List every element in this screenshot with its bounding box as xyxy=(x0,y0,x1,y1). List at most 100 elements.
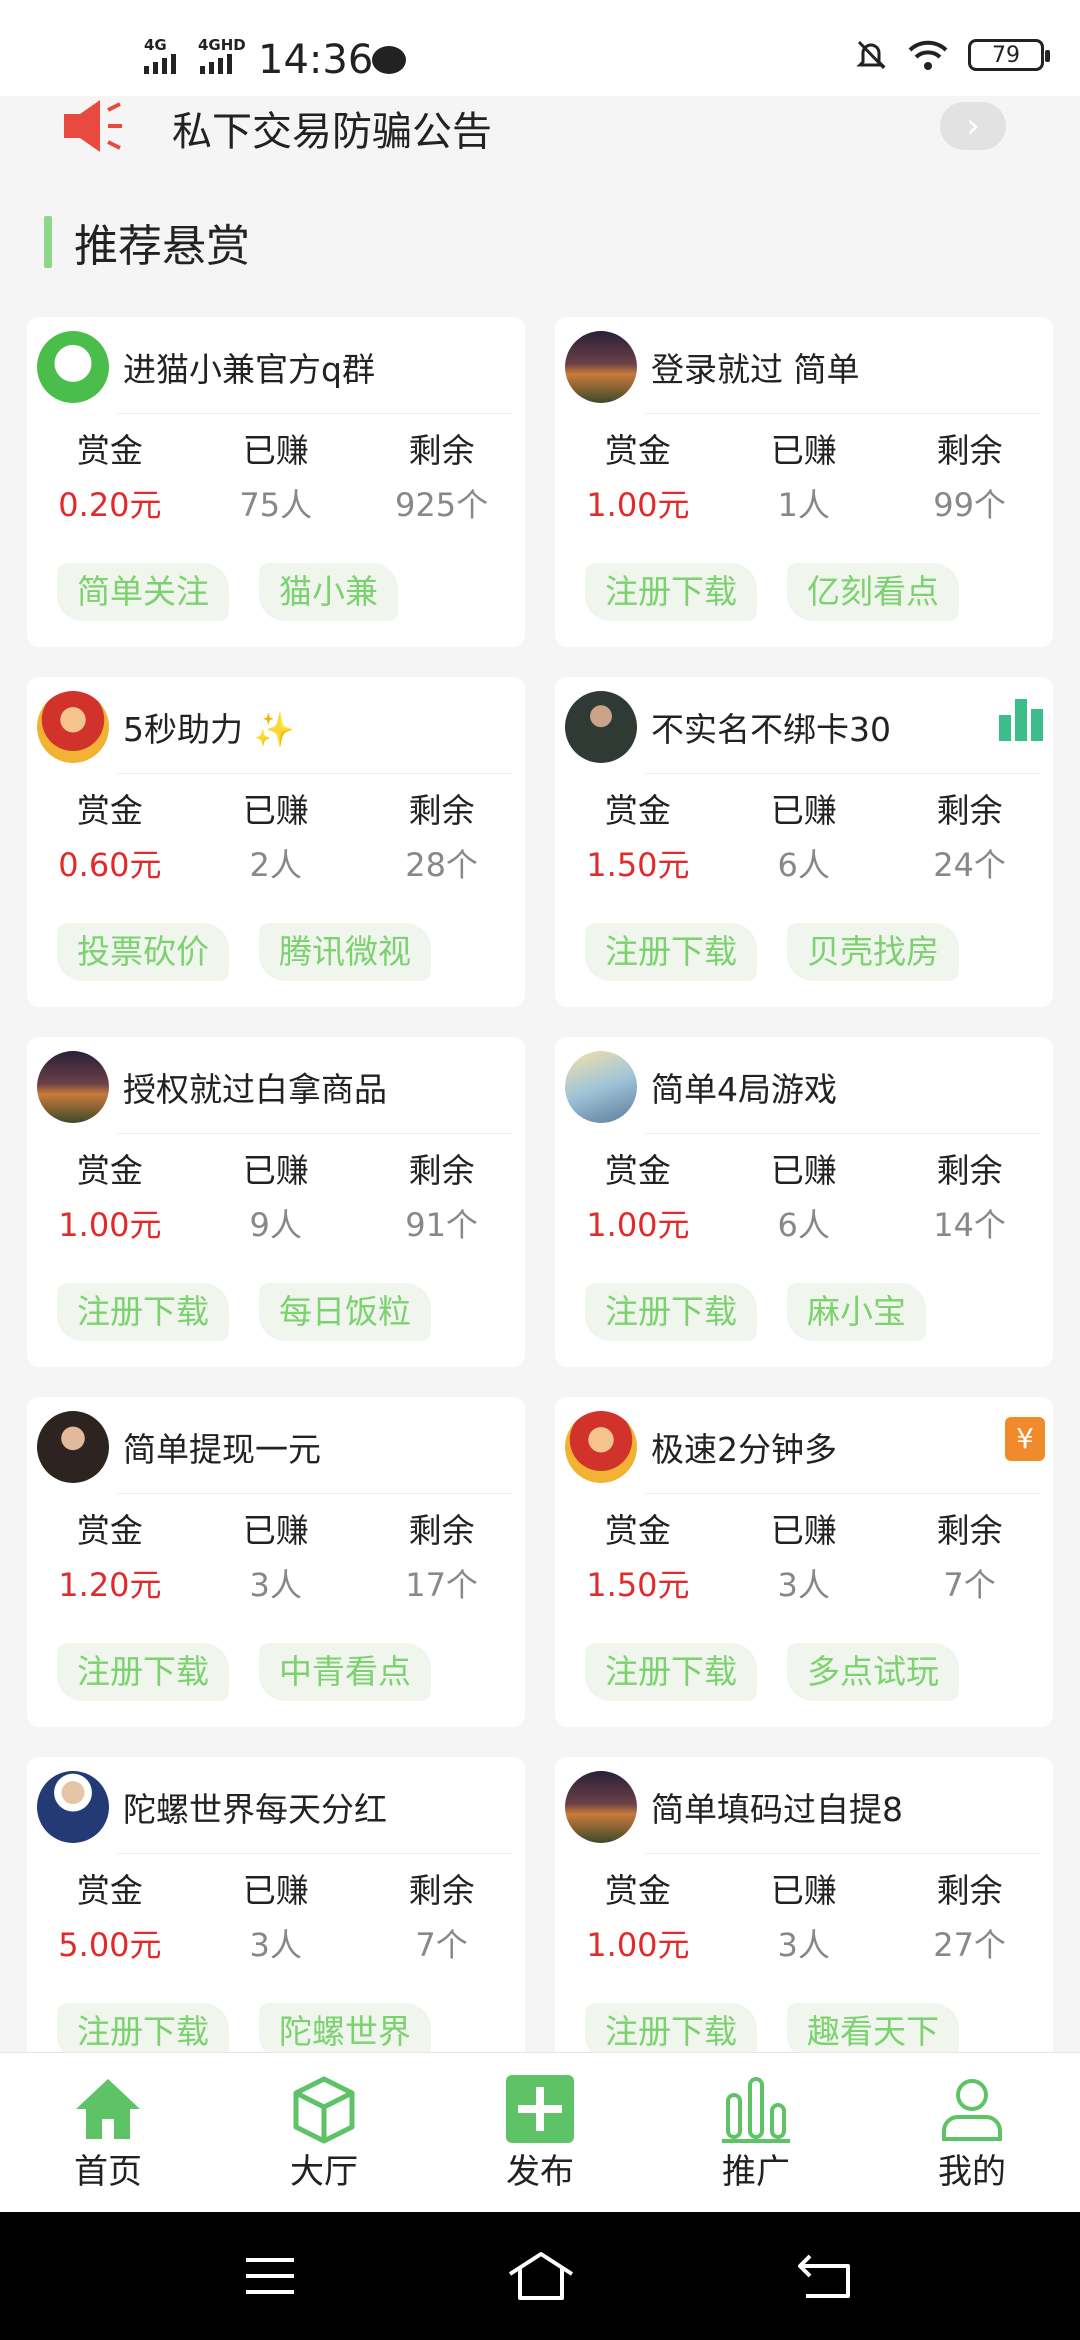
stat-label-earned: 已赚 xyxy=(770,1871,837,1910)
reward-card[interactable]: 进猫小兼官方q群 赏金 0.20元 已赚 75人 剩余 925个 简单关注 猫小… xyxy=(27,317,525,647)
home-icon xyxy=(76,2079,140,2139)
tag-app[interactable]: 腾讯微视 xyxy=(259,923,431,981)
stat-label-remaining: 剩余 xyxy=(408,1511,475,1550)
divider xyxy=(117,1133,511,1134)
stat-label-reward: 赏金 xyxy=(76,431,143,470)
stat-label-remaining: 剩余 xyxy=(408,791,475,830)
tag-category[interactable]: 注册下载 xyxy=(585,1643,757,1701)
stat-value-remaining: 91个 xyxy=(405,1206,478,1244)
home-button-icon[interactable] xyxy=(506,2250,576,2302)
reward-card[interactable]: 极速2分钟多 赏金 1.50元 已赚 3人 剩余 7个 注册下载 多点试玩 ¥ xyxy=(555,1397,1053,1727)
back-icon[interactable] xyxy=(796,2252,852,2300)
stat-reward: 赏金 1.50元 xyxy=(555,789,721,887)
tag-app[interactable]: 麻小宝 xyxy=(787,1283,926,1341)
battery-indicator: 79 xyxy=(968,39,1050,71)
card-stats: 赏金 1.00元 已赚 1人 剩余 99个 xyxy=(555,429,1053,527)
stat-remaining: 剩余 7个 xyxy=(359,1869,525,1967)
card-header: 简单提现一元 xyxy=(37,1409,511,1485)
stat-value-earned: 3人 xyxy=(249,1926,302,1964)
reward-card[interactable]: 简单4局游戏 赏金 1.00元 已赚 6人 剩余 14个 注册下载 麻小宝 xyxy=(555,1037,1053,1367)
bar-chart-icon xyxy=(997,697,1045,745)
stat-label-reward: 赏金 xyxy=(604,431,671,470)
divider xyxy=(117,773,511,774)
scam-notice-bar[interactable]: 私下交易防骗公告 › xyxy=(0,96,1080,226)
card-header: 5秒助力 ✨ xyxy=(37,689,511,765)
stat-label-remaining: 剩余 xyxy=(408,1871,475,1910)
stat-reward: 赏金 1.00元 xyxy=(555,1869,721,1967)
nav-label-home: 首页 xyxy=(74,2152,142,2192)
tag-app[interactable]: 贝壳找房 xyxy=(787,923,959,981)
tag-category[interactable]: 注册下载 xyxy=(585,563,757,621)
reward-card[interactable]: 简单填码过自提8 赏金 1.00元 已赚 3人 剩余 27个 注册下载 趣看天下 xyxy=(555,1757,1053,2087)
divider xyxy=(645,1133,1039,1134)
battery-level: 79 xyxy=(992,42,1020,68)
nav-label-hall: 大厅 xyxy=(290,2152,358,2192)
stat-remaining: 剩余 91个 xyxy=(359,1149,525,1247)
nav-publish[interactable]: 发布 xyxy=(432,2053,648,2213)
anime-avatar xyxy=(565,1051,637,1123)
landscape-avatar xyxy=(37,1051,109,1123)
nav-hall[interactable]: 大厅 xyxy=(216,2053,432,2213)
stat-earned: 已赚 6人 xyxy=(721,789,887,887)
stat-label-reward: 赏金 xyxy=(76,791,143,830)
stat-value-remaining: 99个 xyxy=(933,486,1006,524)
man-suit-avatar xyxy=(37,1771,109,1843)
notice-arrow-button[interactable]: › xyxy=(940,102,1006,150)
stat-value-earned: 3人 xyxy=(777,1926,830,1964)
reward-card[interactable]: 陀螺世界每天分红 赏金 5.00元 已赚 3人 剩余 7个 注册下载 陀螺世界 xyxy=(27,1757,525,2087)
card-stats: 赏金 1.00元 已赚 6人 剩余 14个 xyxy=(555,1149,1053,1247)
stat-earned: 已赚 3人 xyxy=(721,1869,887,1967)
stat-value-earned: 75人 xyxy=(239,486,313,524)
yuan-icon: ¥ xyxy=(1005,1417,1045,1461)
reward-card[interactable]: 登录就过 简单 赏金 1.00元 已赚 1人 剩余 99个 注册下载 亿刻看点 xyxy=(555,317,1053,647)
tag-category[interactable]: 注册下载 xyxy=(585,923,757,981)
stat-label-remaining: 剩余 xyxy=(936,1871,1003,1910)
wifi-icon xyxy=(908,40,948,70)
stat-value-remaining: 24个 xyxy=(933,846,1006,884)
card-tags: 注册下载 多点试玩 xyxy=(585,1643,959,1701)
tag-category[interactable]: 投票砍价 xyxy=(57,923,229,981)
stat-value-reward: 0.60元 xyxy=(58,846,162,884)
nav-mine[interactable]: 我的 xyxy=(864,2053,1080,2213)
stat-value-reward: 1.00元 xyxy=(58,1206,162,1244)
reward-card[interactable]: 简单提现一元 赏金 1.20元 已赚 3人 剩余 17个 注册下载 中青看点 xyxy=(27,1397,525,1727)
nav-promote[interactable]: 推广 xyxy=(648,2053,864,2213)
card-header: 简单填码过自提8 xyxy=(565,1769,1039,1845)
card-title: 简单4局游戏 xyxy=(651,1070,837,1109)
tag-app[interactable]: 多点试玩 xyxy=(787,1643,959,1701)
tag-app[interactable]: 猫小兼 xyxy=(259,563,398,621)
reward-card[interactable]: 5秒助力 ✨ 赏金 0.60元 已赚 2人 剩余 28个 投票砍价 腾讯微视 xyxy=(27,677,525,1007)
card-title: 5秒助力 ✨ xyxy=(123,710,295,749)
message-icon xyxy=(372,46,406,74)
stat-reward: 赏金 5.00元 xyxy=(27,1869,193,1967)
tag-category[interactable]: 注册下载 xyxy=(57,1283,229,1341)
tag-category[interactable]: 注册下载 xyxy=(585,1283,757,1341)
stat-earned: 已赚 3人 xyxy=(193,1869,359,1967)
bottom-nav: 首页 大厅 发布 推广 我的 xyxy=(0,2052,1080,2212)
tag-app[interactable]: 每日饭粒 xyxy=(259,1283,431,1341)
stat-remaining: 剩余 14个 xyxy=(887,1149,1053,1247)
tag-category[interactable]: 注册下载 xyxy=(57,1643,229,1701)
stat-label-reward: 赏金 xyxy=(604,1151,671,1190)
tag-category[interactable]: 简单关注 xyxy=(57,563,229,621)
stat-reward: 赏金 1.00元 xyxy=(555,1149,721,1247)
reward-card[interactable]: 授权就过白拿商品 赏金 1.00元 已赚 9人 剩余 91个 注册下载 每日饭粒 xyxy=(27,1037,525,1367)
card-header: 授权就过白拿商品 xyxy=(37,1049,511,1125)
tag-app[interactable]: 中青看点 xyxy=(259,1643,431,1701)
stat-reward: 赏金 1.00元 xyxy=(555,429,721,527)
stat-value-reward: 1.00元 xyxy=(586,1206,690,1244)
nav-home[interactable]: 首页 xyxy=(0,2053,216,2213)
person-avatar xyxy=(565,691,637,763)
tag-app[interactable]: 亿刻看点 xyxy=(787,563,959,621)
menu-icon[interactable] xyxy=(244,2256,296,2296)
stat-value-earned: 3人 xyxy=(249,1566,302,1604)
card-stats: 赏金 0.60元 已赚 2人 剩余 28个 xyxy=(27,789,525,887)
divider xyxy=(645,1493,1039,1494)
system-nav-bar xyxy=(0,2212,1080,2340)
stat-label-reward: 赏金 xyxy=(604,1871,671,1910)
reward-card[interactable]: 不实名不绑卡30 赏金 1.50元 已赚 6人 剩余 24个 注册下载 贝壳找房 xyxy=(555,677,1053,1007)
stat-label-earned: 已赚 xyxy=(770,431,837,470)
megaphone-icon xyxy=(64,100,122,152)
stat-value-reward: 1.20元 xyxy=(58,1566,162,1604)
stat-value-remaining: 17个 xyxy=(405,1566,478,1604)
